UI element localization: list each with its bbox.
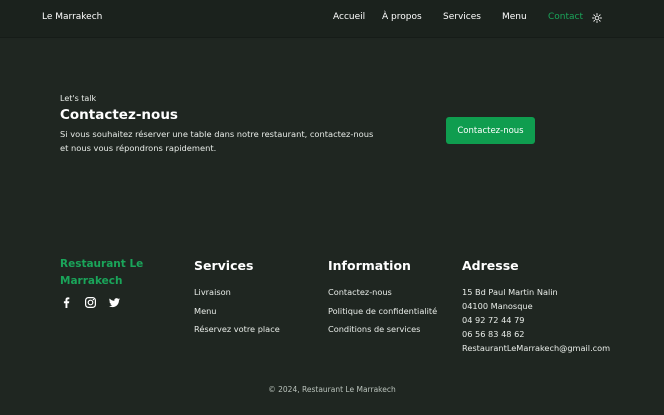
information-link-terms[interactable]: Conditions de services xyxy=(328,322,437,341)
footer-brand-column: Restaurant Le Marrakech xyxy=(60,256,160,309)
sun-icon[interactable] xyxy=(592,13,602,23)
information-list: Contactez-nous Politique de confidential… xyxy=(328,285,437,341)
social-links xyxy=(60,294,121,309)
address-phone-1: 04 92 72 44 79 xyxy=(462,315,525,325)
nav-link-a-propos[interactable]: À propos xyxy=(382,12,422,22)
information-title: Information xyxy=(328,258,411,273)
address-phone-2: 06 56 83 48 62 xyxy=(462,329,525,339)
services-title: Services xyxy=(194,258,254,273)
contact-button[interactable]: Contactez-nous xyxy=(446,117,535,144)
nav-link-services[interactable]: Services xyxy=(443,12,481,22)
address-list: 15 Bd Paul Martin Nalin 04100 Manosque 0… xyxy=(462,285,610,355)
facebook-icon[interactable] xyxy=(60,294,73,308)
navbar: Le Marrakech Accueil À propos Services M… xyxy=(0,0,664,38)
twitter-icon[interactable] xyxy=(108,294,121,308)
instagram-icon[interactable] xyxy=(84,294,97,309)
footer-brand: Restaurant Le Marrakech xyxy=(60,258,144,287)
address-city: 04100 Manosque xyxy=(462,301,533,311)
contact-section: Let's talk Contactez-nous Si vous souhai… xyxy=(60,94,390,153)
brand-logo[interactable]: Le Marrakech xyxy=(42,12,102,22)
services-list: Livraison Menu Réservez votre place xyxy=(194,285,280,341)
services-link-menu[interactable]: Menu xyxy=(194,304,280,323)
address-email: RestaurantLeMarrakech@gmail.com xyxy=(462,343,611,353)
nav-link-accueil[interactable]: Accueil xyxy=(333,12,365,22)
services-link-livraison[interactable]: Livraison xyxy=(194,285,280,304)
information-link-privacy[interactable]: Politique de confidentialité xyxy=(328,304,437,323)
section-description: Si vous souhaitez réserver une table dan… xyxy=(60,129,374,153)
nav-link-menu[interactable]: Menu xyxy=(502,12,527,22)
services-link-reservation[interactable]: Réservez votre place xyxy=(194,322,280,341)
copyright-text: © 2024, Restaurant Le Marrakech xyxy=(268,385,396,394)
section-eyebrow: Let's talk xyxy=(60,94,97,103)
address-title: Adresse xyxy=(462,258,519,273)
section-title: Contactez-nous xyxy=(60,107,178,123)
information-link-contact[interactable]: Contactez-nous xyxy=(328,285,437,304)
address-street: 15 Bd Paul Martin Nalin xyxy=(462,287,558,297)
nav-link-contact[interactable]: Contact xyxy=(548,12,583,22)
